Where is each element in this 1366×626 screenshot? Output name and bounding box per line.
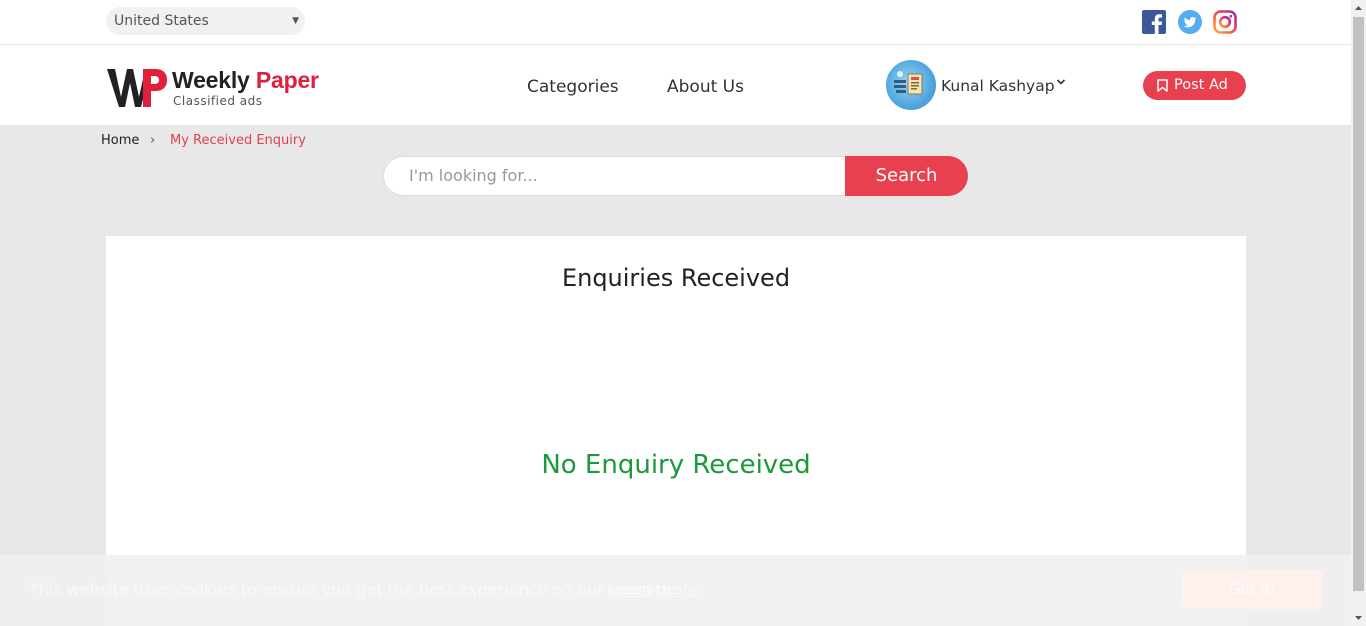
logo-subtitle: Classified ads [173,94,263,108]
twitter-icon[interactable] [1178,10,1202,34]
logo-title-word1: Weekly [172,67,250,93]
post-ad-button[interactable]: Post Ad [1143,71,1246,100]
logo-title-word2: Paper [255,67,319,93]
cookie-banner: This website uses cookies to ensure you … [0,555,1351,626]
nav-about-us[interactable]: About Us [667,77,744,97]
header: Weekly Paper Classified ads Categories A… [0,45,1351,125]
user-name: Kunal Kashyap [941,77,1055,95]
breadcrumb-separator: › [150,133,156,148]
page-title: Enquiries Received [561,264,791,292]
avatar-image [894,71,923,95]
page: United States ▼ Weekly Paper Classified … [0,0,1366,626]
scroll-down-arrow-icon[interactable] [1351,609,1366,626]
breadcrumb-home[interactable]: Home [101,133,139,148]
cookie-text: This website uses cookies to ensure you … [29,580,677,599]
search-button[interactable]: Search [845,156,968,196]
cookie-learn-more-link[interactable]: Learn more [607,580,698,599]
bookmark-icon [1157,79,1168,92]
content-area: United States ▼ Weekly Paper Classified … [0,0,1351,626]
logo-title: Weekly Paper [172,67,319,94]
empty-state-message: No Enquiry Received [541,450,811,480]
scrollbar-thumb[interactable] [1353,17,1364,591]
top-bar: United States ▼ [0,0,1351,45]
scrollbar[interactable] [1351,0,1366,626]
chevron-down-icon [1056,77,1066,90]
breadcrumb-current: My Received Enquiry [170,133,306,148]
logo[interactable]: Weekly Paper Classified ads [107,67,327,111]
cookie-accept-button[interactable]: Got it! [1182,570,1323,609]
instagram-icon[interactable] [1213,10,1237,34]
nav-categories[interactable]: Categories [527,77,619,97]
facebook-icon[interactable] [1142,10,1166,34]
country-select[interactable]: United States ▼ [106,7,305,35]
scroll-up-arrow-icon[interactable] [1351,0,1366,17]
logo-mark-icon [107,69,167,107]
caret-down-icon: ▼ [292,16,299,26]
country-select-value: United States [114,13,209,29]
avatar [886,60,936,110]
search-input[interactable]: I'm looking for... [383,156,846,196]
post-ad-label: Post Ad [1174,77,1228,93]
